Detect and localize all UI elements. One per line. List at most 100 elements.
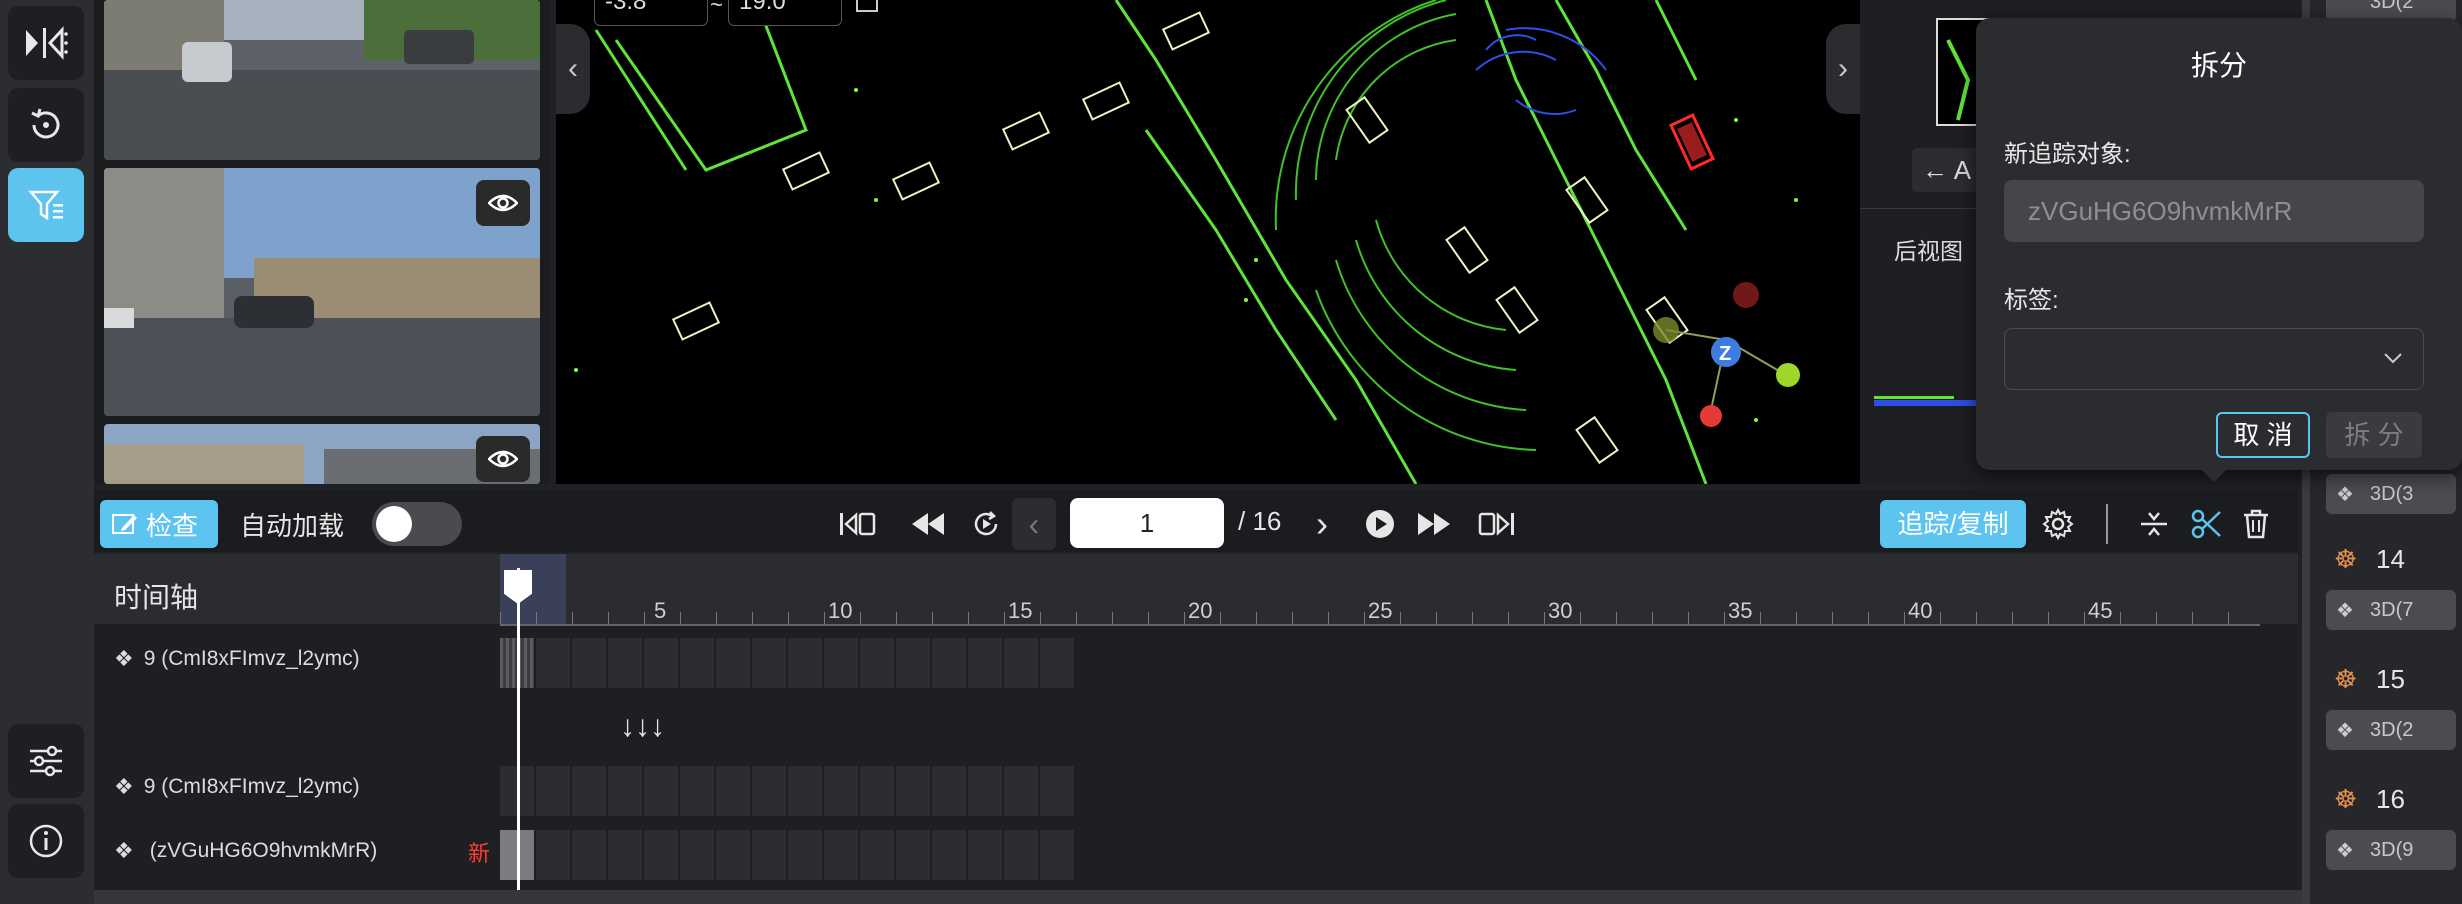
frame-cell[interactable] [680,766,714,816]
frame-total: / 16 [1238,506,1282,536]
scissors-button[interactable] [2184,502,2228,546]
rewind-button[interactable] [906,502,950,546]
reset-range-icon[interactable] [856,0,878,12]
play-button[interactable] [1358,502,1402,546]
settings-button[interactable] [2036,502,2080,546]
info-button[interactable] [8,804,84,878]
frame-cell[interactable] [716,830,750,880]
frame-cell[interactable] [932,830,966,880]
chevron-down-icon [2384,353,2402,364]
dialog-pointer [2202,470,2226,482]
frame-cell[interactable] [716,766,750,816]
frame-cell[interactable] [644,830,678,880]
track-cells[interactable] [500,766,1074,816]
frame-cell[interactable] [968,638,1002,688]
lidar-view[interactable]: Z -3.8 ~ 19.0 ‹ › [556,0,1860,484]
frame-cell[interactable] [824,766,858,816]
frame-cell[interactable] [680,638,714,688]
prev-frame-button[interactable]: ‹ [1012,498,1056,550]
range-min-input[interactable]: -3.8 [594,0,708,26]
sliders-icon [30,745,62,777]
new-track-input[interactable]: zVGuHG6O9hvmkMrR [2004,180,2424,242]
frame-cell[interactable] [572,830,606,880]
frame-cell[interactable] [608,830,642,880]
frame-cell[interactable] [572,638,606,688]
inspect-button[interactable]: 检查 [100,500,218,548]
frame-cell[interactable] [860,830,894,880]
delete-button[interactable] [2234,502,2278,546]
arrow-left-icon: ← [1922,155,1948,185]
frame-cell[interactable] [1004,638,1038,688]
frame-cell[interactable] [1040,766,1074,816]
frame-cell[interactable] [1040,638,1074,688]
rear-view-points [1874,400,1984,406]
camera-right-thumbnail[interactable] [104,424,540,484]
frame-cell[interactable] [608,766,642,816]
frame-cell[interactable] [788,638,822,688]
frame-cell[interactable] [752,766,786,816]
range-max-input[interactable]: 19.0 [728,0,842,26]
frame-cell[interactable] [680,830,714,880]
track-name: 9 (CmI8xFImvz_l2ymc) [143,775,360,798]
frame-cell[interactable] [1040,830,1074,880]
next-frame-button[interactable]: › [1302,498,1342,550]
frame-cell[interactable] [536,766,570,816]
track-cells[interactable] [500,638,1074,688]
split-view-button[interactable] [8,6,84,80]
first-frame-button[interactable] [836,502,880,546]
frame-cell[interactable] [644,638,678,688]
frame-cell[interactable] [896,766,930,816]
filter-button[interactable] [8,168,84,242]
frame-cell[interactable] [932,638,966,688]
list-tag-text: 3D(2 [2370,719,2414,741]
rewind-icon [912,513,944,535]
frame-cell[interactable] [1004,766,1038,816]
camera-left-thumbnail[interactable] [104,168,540,416]
adjust-settings-button[interactable] [8,724,84,798]
new-badge: 新 [468,841,491,866]
frame-cell[interactable] [860,638,894,688]
split-dialog: 拆分 新追踪对象: zVGuHG6O9hvmkMrR 标签: 取 消 拆 分 [1976,18,2462,470]
frame-cell[interactable] [824,638,858,688]
track-copy-button[interactable]: 追踪/复制 [1880,500,2026,548]
frame-cell[interactable] [608,638,642,688]
frame-cell[interactable] [824,830,858,880]
frame-cell[interactable] [896,830,930,880]
history-button[interactable] [8,88,84,162]
frame-cell[interactable] [572,766,606,816]
frame-input[interactable]: 1 [1070,498,1224,548]
frame-cell[interactable] [644,766,678,816]
frame-cell[interactable] [1004,830,1038,880]
frame-cell[interactable] [860,766,894,816]
frame-cell[interactable] [536,638,570,688]
frame-cell[interactable] [968,766,1002,816]
frame-cell[interactable] [968,830,1002,880]
cancel-button[interactable]: 取 消 [2216,412,2310,458]
frame-cell[interactable] [752,830,786,880]
track-cells[interactable] [500,830,1074,880]
split-horizontal-icon [2141,512,2167,536]
frame-cell[interactable] [752,638,786,688]
cube-icon: ❖ [2336,840,2354,862]
eye-icon[interactable] [476,436,530,482]
brain-icon: ☸ [2334,544,2358,574]
auto-load-toggle[interactable] [372,502,462,546]
frame-cell[interactable] [536,830,570,880]
last-frame-button[interactable] [1474,502,1518,546]
tag-select[interactable] [2004,328,2424,390]
collapse-left-button[interactable]: ‹ [556,24,590,114]
brain-icon: ☸ [2334,784,2358,814]
eye-icon[interactable] [476,180,530,226]
frame-cell[interactable] [716,638,750,688]
split-horizontal-button[interactable] [2132,502,2176,546]
collapse-right-button[interactable]: › [1826,24,1860,114]
fast-forward-button[interactable] [1412,502,1456,546]
replay-button[interactable] [964,502,1008,546]
frame-cell[interactable] [788,766,822,816]
camera-front-thumbnail[interactable] [104,0,540,160]
timeline-title: 时间轴 [114,582,199,613]
frame-cell[interactable] [788,830,822,880]
frame-cell[interactable] [896,638,930,688]
split-button[interactable]: 拆 分 [2326,412,2422,458]
frame-cell[interactable] [932,766,966,816]
